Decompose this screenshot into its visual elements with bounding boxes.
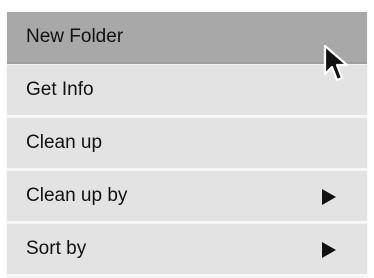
menu-item-clean-up[interactable]: Clean up [7,118,367,170]
menu-item-sort-by[interactable]: Sort by [7,224,367,276]
menu-item-label: Sort by [26,238,87,259]
menu-item-clean-up-by[interactable]: Clean up by [7,171,367,223]
menu-item-get-info[interactable]: Get Info [7,65,367,117]
menu-item-label: Clean up [26,132,103,153]
context-menu: New Folder Get Info Clean up Clean up by… [7,12,367,278]
mouse-pointer-icon [323,44,349,82]
triangle-right-icon [322,189,336,205]
menu-item-label: Get Info [26,79,94,100]
menu-item-label: Clean up by [26,185,128,206]
triangle-right-icon [322,242,336,258]
menu-item-label: New Folder [26,26,124,47]
menu-item-new-folder[interactable]: New Folder [7,12,367,64]
